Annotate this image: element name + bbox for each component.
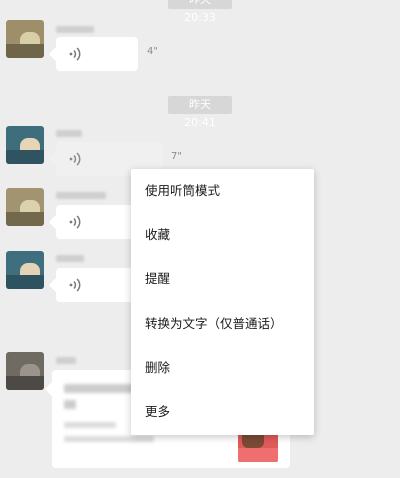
avatar[interactable] xyxy=(6,20,44,58)
menu-item-favorite[interactable]: 收藏 xyxy=(131,213,314,257)
sender-name xyxy=(56,130,82,137)
voice-message[interactable] xyxy=(56,205,136,239)
avatar[interactable] xyxy=(6,352,44,390)
voice-duration: 7" xyxy=(171,151,182,162)
menu-item-remind[interactable]: 提醒 xyxy=(131,257,314,301)
article-title-blurred xyxy=(64,400,76,409)
sender-name xyxy=(56,255,84,262)
voice-wave-icon xyxy=(69,278,81,292)
menu-item-delete[interactable]: 删除 xyxy=(131,346,314,390)
sender-name xyxy=(56,357,76,364)
menu-item-convert-to-text[interactable]: 转换为文字（仅普通话） xyxy=(131,302,314,346)
avatar[interactable] xyxy=(6,251,44,289)
timestamp-mid: 昨天 20:41 xyxy=(168,96,232,129)
voice-message[interactable] xyxy=(56,268,136,302)
voice-wave-icon xyxy=(69,152,81,166)
voice-wave-icon xyxy=(69,215,81,229)
menu-item-earpiece-mode[interactable]: 使用听筒模式 xyxy=(131,169,314,213)
message-context-menu: 使用听筒模式 收藏 提醒 转换为文字（仅普通话） 删除 更多 xyxy=(131,169,314,435)
article-title-blurred xyxy=(64,384,134,393)
avatar[interactable] xyxy=(6,188,44,226)
timestamp-top: 昨天 20:33 xyxy=(168,0,232,24)
avatar[interactable] xyxy=(6,126,44,164)
voice-wave-icon xyxy=(69,47,81,61)
article-desc-blurred xyxy=(64,422,116,428)
menu-item-more[interactable]: 更多 xyxy=(131,390,314,434)
voice-message[interactable] xyxy=(56,37,138,71)
article-desc-blurred xyxy=(64,436,154,442)
sender-name xyxy=(56,192,106,199)
voice-duration: 4" xyxy=(147,46,158,57)
sender-name xyxy=(56,26,94,33)
